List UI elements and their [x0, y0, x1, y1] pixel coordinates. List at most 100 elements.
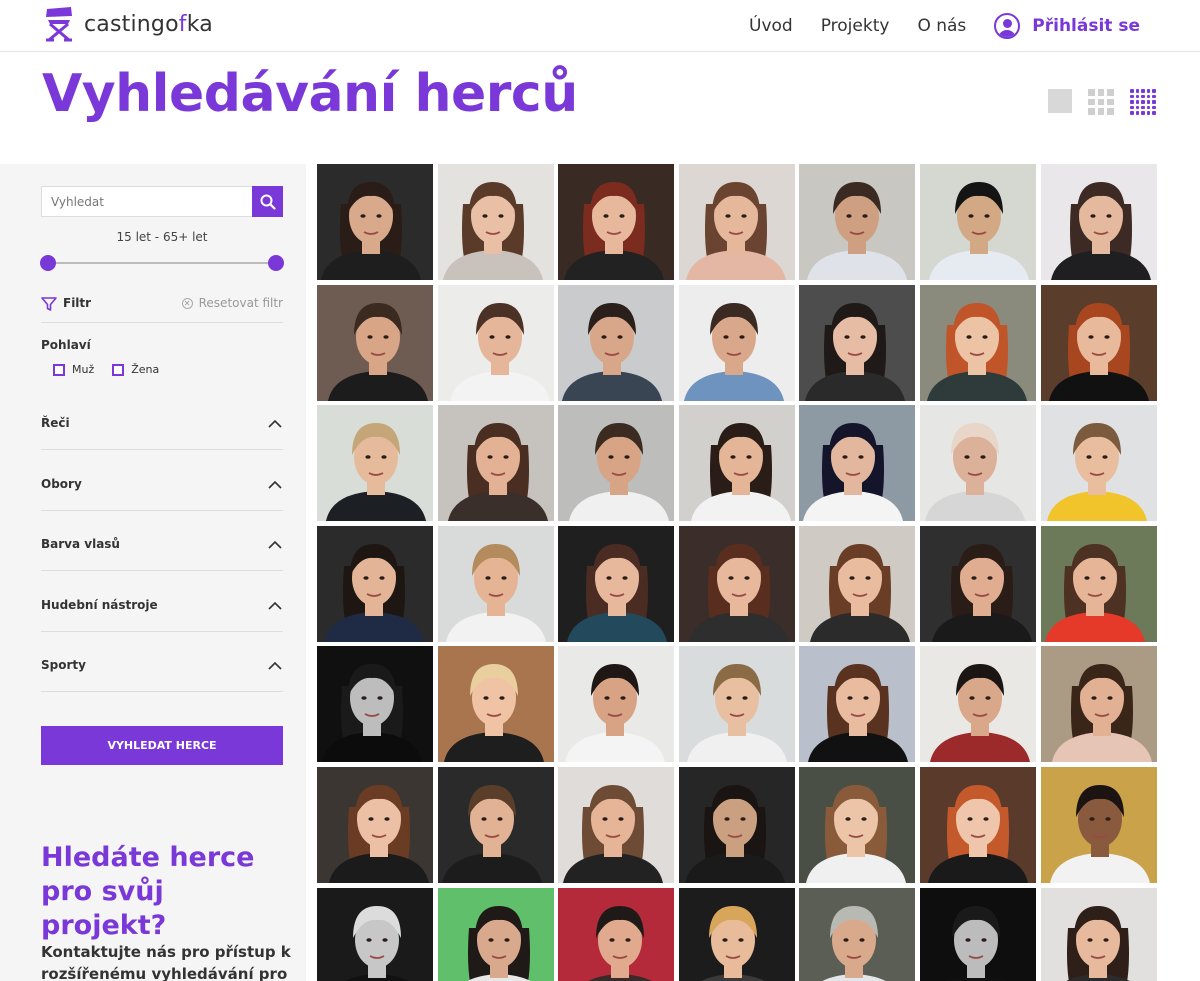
actor-photo[interactable]: [799, 887, 916, 981]
actor-photo[interactable]: [1040, 284, 1157, 401]
actor-portrait-image: [1040, 766, 1157, 883]
gender-male-checkbox[interactable]: Muž: [53, 363, 94, 376]
actor-portrait-image: [799, 405, 916, 522]
actor-photo[interactable]: [558, 887, 675, 981]
actor-photo[interactable]: [1040, 646, 1157, 763]
accordion-hair-color[interactable]: Barva vlasů: [41, 537, 283, 571]
reset-x-icon: ✕: [181, 298, 193, 309]
actor-photo[interactable]: [678, 766, 795, 883]
actor-photo[interactable]: [317, 164, 433, 280]
actor-portrait-image: [1040, 284, 1157, 401]
chevron-up-icon: [268, 419, 282, 428]
actor-photo[interactable]: [678, 284, 795, 401]
actor-photo[interactable]: [1040, 164, 1157, 280]
view-large-icon[interactable]: [1048, 89, 1072, 113]
actor-photo[interactable]: [799, 284, 916, 401]
accordion-fields[interactable]: Obory: [41, 477, 283, 511]
site-logo[interactable]: castingofka: [42, 6, 213, 42]
actor-photo[interactable]: [1040, 887, 1157, 981]
age-range-slider[interactable]: [40, 255, 284, 271]
actor-portrait-image: [558, 164, 675, 280]
logo-wordmark: castingofka: [84, 11, 213, 37]
actor-photo[interactable]: [678, 405, 795, 522]
actor-photo[interactable]: [437, 887, 554, 981]
search-input[interactable]: [41, 186, 252, 217]
actor-photo[interactable]: [558, 646, 675, 763]
actor-photo[interactable]: [799, 766, 916, 883]
actor-photo[interactable]: [919, 525, 1036, 642]
actor-photo[interactable]: [317, 525, 433, 642]
reset-filter-button[interactable]: ✕ Resetovat filtr: [181, 296, 283, 322]
actor-portrait-image: [919, 525, 1036, 642]
actor-photo[interactable]: [317, 766, 433, 883]
accordion-label: Hudební nástroje: [41, 598, 158, 612]
login-button[interactable]: Přihlásit se: [994, 13, 1140, 39]
actor-portrait-image: [1040, 887, 1157, 981]
search-button[interactable]: [252, 186, 283, 217]
actor-portrait-image: [799, 766, 916, 883]
actor-photo[interactable]: [317, 284, 433, 401]
login-label: Přihlásit se: [1032, 16, 1140, 36]
actor-portrait-image: [558, 646, 675, 763]
actor-photo[interactable]: [558, 766, 675, 883]
actor-portrait-image: [558, 525, 675, 642]
actor-portrait-image: [919, 766, 1036, 883]
actor-photo[interactable]: [558, 284, 675, 401]
actor-photo[interactable]: [317, 646, 433, 763]
actor-photo[interactable]: [678, 887, 795, 981]
actor-photo[interactable]: [437, 284, 554, 401]
gender-female-checkbox[interactable]: Žena: [112, 363, 159, 376]
gender-options: Muž Žena: [53, 363, 177, 376]
actor-photo[interactable]: [799, 525, 916, 642]
actor-photo[interactable]: [919, 405, 1036, 522]
actor-photo[interactable]: [317, 405, 433, 522]
actor-photo[interactable]: [317, 887, 433, 981]
view-grid-5-icon[interactable]: [1130, 89, 1156, 115]
actor-photo[interactable]: [919, 887, 1036, 981]
actor-portrait-image: [437, 405, 554, 522]
actor-photo[interactable]: [437, 405, 554, 522]
accordion-label: Barva vlasů: [41, 537, 120, 551]
filter-toggle[interactable]: Filtr: [41, 296, 91, 322]
actor-photo[interactable]: [799, 164, 916, 280]
actor-photo[interactable]: [678, 164, 795, 280]
age-max-handle[interactable]: [268, 255, 284, 271]
actor-photo[interactable]: [558, 405, 675, 522]
accordion-languages[interactable]: Řeči: [41, 416, 283, 450]
actor-photo[interactable]: [1040, 766, 1157, 883]
actor-photo[interactable]: [799, 405, 916, 522]
actor-photo[interactable]: [678, 646, 795, 763]
actor-photo[interactable]: [437, 766, 554, 883]
actor-photo[interactable]: [1040, 525, 1157, 642]
actor-portrait-image: [437, 284, 554, 401]
actor-photo[interactable]: [1040, 405, 1157, 522]
actor-portrait-image: [678, 887, 795, 981]
age-min-handle[interactable]: [40, 255, 56, 271]
actor-photo[interactable]: [799, 646, 916, 763]
search-actors-button[interactable]: VYHLEDAT HERCE: [41, 726, 283, 765]
actor-photo[interactable]: [437, 164, 554, 280]
actor-photo[interactable]: [558, 164, 675, 280]
actor-photo[interactable]: [678, 525, 795, 642]
actor-photo[interactable]: [437, 646, 554, 763]
accordion-instruments[interactable]: Hudební nástroje: [41, 598, 283, 632]
promo-text: Kontaktujte nás pro přístup k rozšířeném…: [41, 943, 291, 981]
age-range-label: 15 let - 65+ let: [116, 230, 208, 244]
chevron-up-icon: [268, 601, 282, 610]
view-grid-3-icon[interactable]: [1088, 89, 1114, 115]
actor-photo[interactable]: [919, 284, 1036, 401]
actor-photo[interactable]: [919, 766, 1036, 883]
actor-portrait-image: [919, 646, 1036, 763]
accordion-sports[interactable]: Sporty: [41, 658, 283, 692]
actor-photo[interactable]: [919, 164, 1036, 280]
actor-portrait-image: [317, 887, 433, 981]
gender-female-label: Žena: [131, 363, 160, 376]
user-circle-icon: [994, 13, 1021, 39]
nav-projekty[interactable]: Projekty: [821, 16, 890, 36]
actor-photo[interactable]: [558, 525, 675, 642]
nav-uvod[interactable]: Úvod: [749, 16, 793, 36]
actor-photo[interactable]: [919, 646, 1036, 763]
actor-photo[interactable]: [437, 525, 554, 642]
nav-o-nas[interactable]: O nás: [917, 16, 966, 36]
actor-portrait-image: [317, 525, 433, 642]
